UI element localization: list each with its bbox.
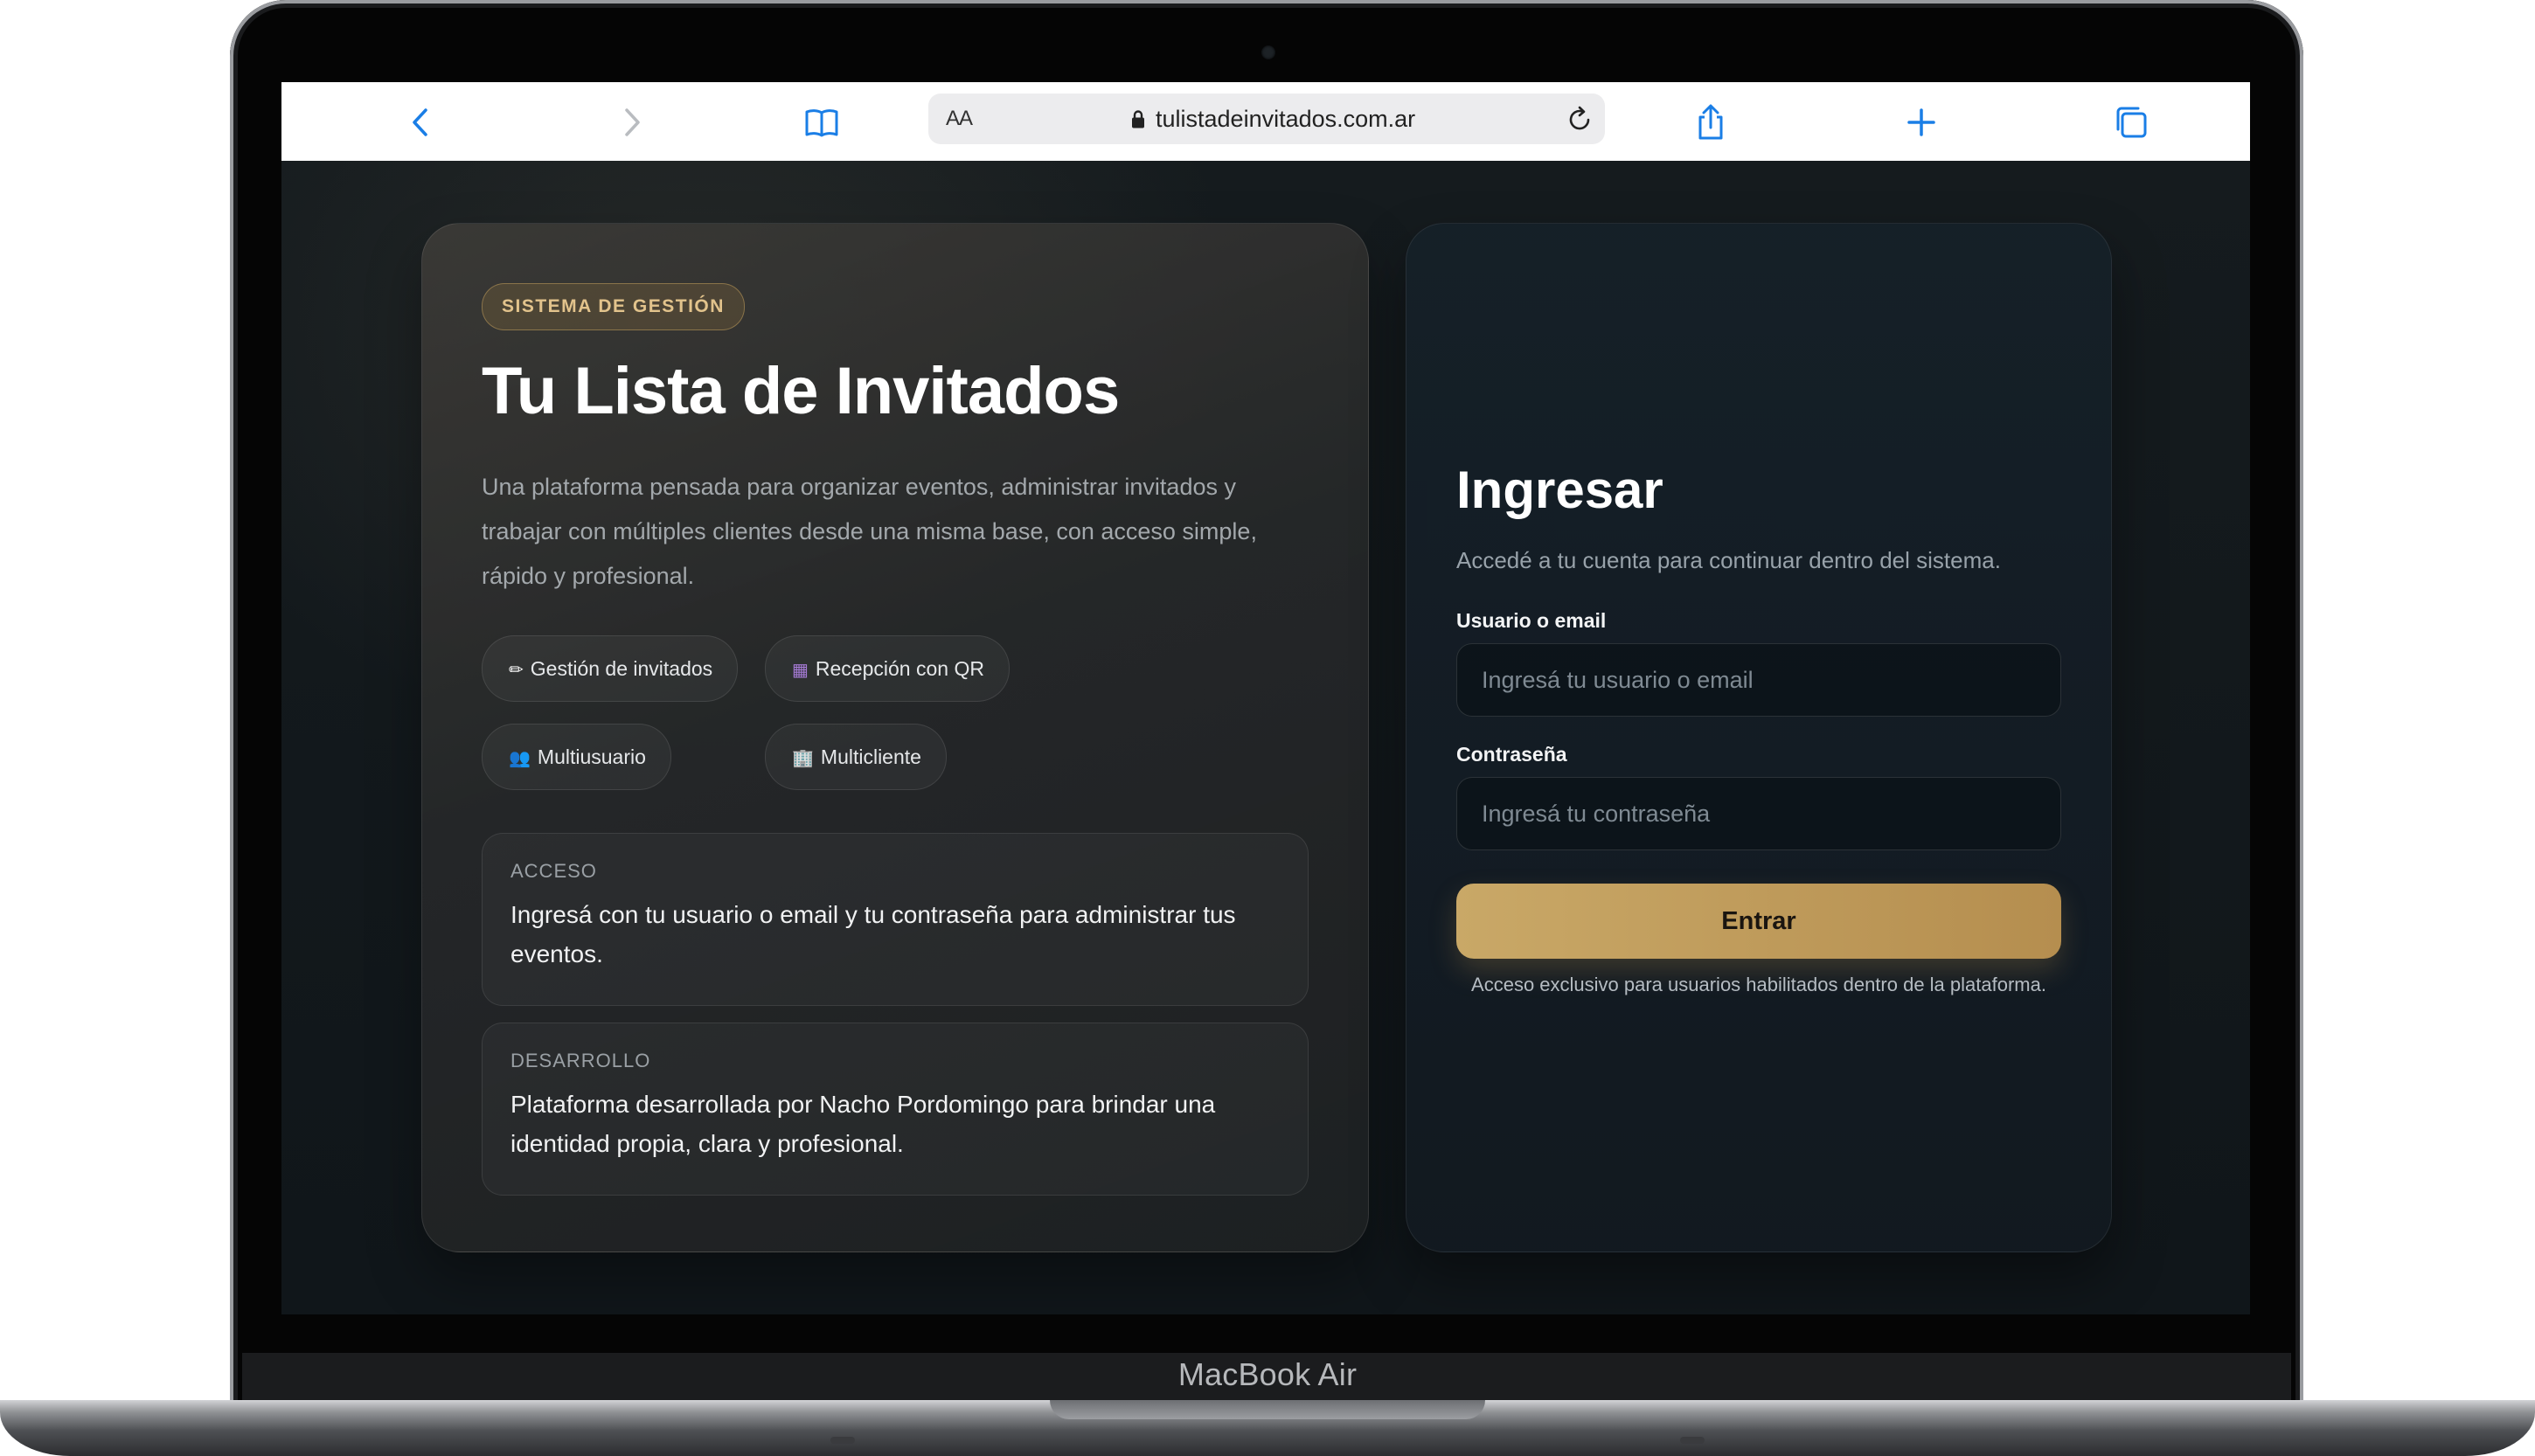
text-size-button[interactable]: AA <box>946 94 973 144</box>
info-card-text: Plataforma desarrollada por Nacho Pordom… <box>510 1091 1216 1157</box>
username-label: Usuario o email <box>1456 609 1607 632</box>
tabs-icon[interactable] <box>2112 103 2150 142</box>
reload-icon[interactable] <box>1565 105 1594 135</box>
address-bar[interactable]: AA tulistadeinvitados.com.ar <box>928 94 1605 144</box>
access-note: Acceso exclusivo para usuarios habilitad… <box>1471 974 2046 995</box>
hero-card: SISTEMA DE GESTIÓN Tu Lista de Invitados… <box>421 223 1369 1252</box>
share-icon[interactable] <box>1691 103 1730 142</box>
system-badge: SISTEMA DE GESTIÓN <box>482 283 745 330</box>
building-icon: 🏢 <box>792 749 814 768</box>
device-brand-label: MacBook Air <box>1177 1356 1358 1392</box>
feature-chip-guests: ✏ Gestión de invitados <box>482 635 739 702</box>
feature-chip-multiuser: 👥 Multiusuario <box>482 724 671 790</box>
url-text[interactable]: tulistadeinvitados.com.ar <box>1156 94 1415 144</box>
lock-icon <box>1132 110 1144 128</box>
feature-chip-multiclient: 🏢 Multicliente <box>765 724 947 790</box>
web-page: SISTEMA DE GESTIÓN Tu Lista de Invitados… <box>281 161 2250 1314</box>
users-icon: 👥 <box>509 749 531 768</box>
login-subtitle: Accedé a tu cuenta para continuar dentro… <box>1456 547 2001 573</box>
submit-button[interactable]: Entrar <box>1456 884 2061 959</box>
feature-chip-label: Multicliente <box>820 745 921 768</box>
laptop-foot <box>830 1437 855 1444</box>
password-label: Contraseña <box>1456 743 1567 766</box>
login-title: Ingresar <box>1456 461 1663 519</box>
pencil-icon: ✏ <box>509 661 524 680</box>
info-card-access: ACCESO Ingresá con tu usuario o email y … <box>482 833 1309 1006</box>
feature-chip-label: Multiusuario <box>537 745 646 768</box>
password-input[interactable] <box>1456 777 2061 850</box>
feature-chip-label: Recepción con QR <box>815 657 984 680</box>
feature-chip-label: Gestión de invitados <box>530 657 713 680</box>
info-card-development: DESARROLLO Plataforma desarrollada por N… <box>482 1023 1309 1196</box>
back-icon[interactable] <box>402 103 441 142</box>
new-tab-icon[interactable] <box>1902 103 1941 142</box>
info-card-heading: ACCESO <box>510 860 597 882</box>
laptop-hinge-notch <box>1050 1400 1485 1419</box>
screen: AA tulistadeinvitados.com.ar SISTEMA DE … <box>281 82 2250 1314</box>
bookmarks-icon[interactable] <box>802 103 841 142</box>
info-card-text: Ingresá con tu usuario o email y tu cont… <box>510 901 1236 967</box>
login-card: Ingresar Accedé a tu cuenta para continu… <box>1406 223 2112 1252</box>
forward-icon[interactable] <box>612 103 650 142</box>
laptop-foot <box>1680 1437 1705 1444</box>
hero-description: Una plataforma pensada para organizar ev… <box>482 474 1257 589</box>
info-card-heading: DESARROLLO <box>510 1050 651 1071</box>
browser-toolbar: AA tulistadeinvitados.com.ar <box>281 82 2250 162</box>
page-title: Tu Lista de Invitados <box>482 354 1120 428</box>
feature-chip-qr: ▦ Recepción con QR <box>765 635 1010 702</box>
camera-icon <box>1261 45 1275 59</box>
username-input[interactable] <box>1456 643 2061 717</box>
qr-icon: ▦ <box>792 661 809 680</box>
